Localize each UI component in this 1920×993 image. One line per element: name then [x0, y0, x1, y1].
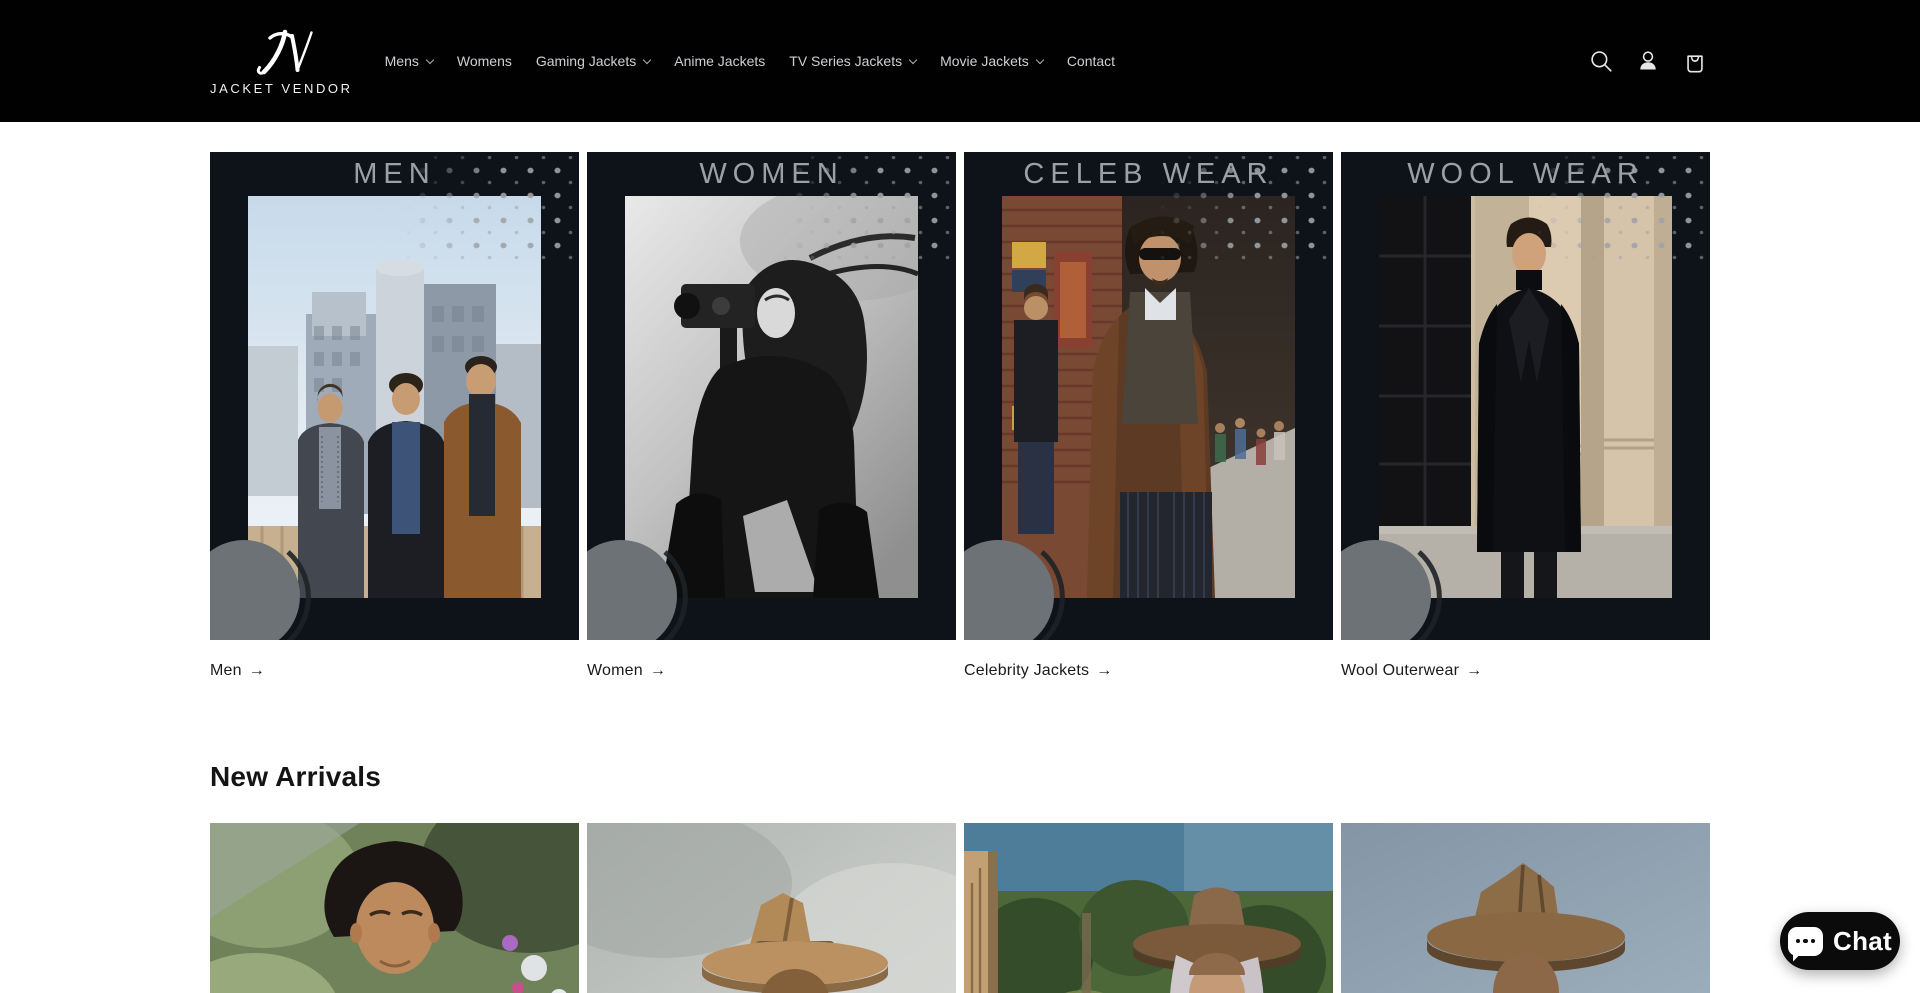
collection-card-women[interactable]: WOMEN [587, 152, 956, 640]
arrow-right-icon: → [650, 661, 666, 681]
nav-item-anime-jackets[interactable]: Anime Jackets [662, 0, 777, 122]
product-card[interactable] [964, 823, 1333, 993]
collection-card-wool-wear[interactable]: WOOL WEAR [1341, 152, 1710, 640]
product-card[interactable] [210, 823, 579, 993]
man-cowboy-hat-blue-sky-photo [1341, 823, 1710, 993]
new-arrivals-heading: New Arrivals [210, 762, 1710, 792]
chat-label: Chat [1833, 926, 1892, 957]
nav-item-mens[interactable]: Mens [373, 0, 445, 122]
chevron-down-icon [909, 55, 917, 63]
brush-stroke-decoration [1341, 500, 1465, 640]
arrow-right-icon: → [1096, 661, 1112, 681]
nav-item-contact[interactable]: Contact [1055, 0, 1127, 122]
search-icon [1588, 48, 1614, 74]
chevron-down-icon [426, 55, 434, 63]
account-button[interactable] [1633, 46, 1663, 76]
chevron-down-icon [1036, 55, 1044, 63]
young-man-garden-jacket-photo [210, 823, 579, 993]
chat-bubble-icon [1788, 927, 1823, 956]
nav-item-gaming-jackets[interactable]: Gaming Jackets [524, 0, 662, 122]
main-nav: Mens Womens Gaming Jackets Anime Jackets… [373, 0, 1127, 122]
chat-button[interactable]: Chat [1780, 912, 1900, 970]
collection-link-celebrity-jackets[interactable]: Celebrity Jackets → [964, 661, 1333, 681]
search-button[interactable] [1586, 46, 1616, 76]
man-cowboy-hat-grey-sky-photo [587, 823, 956, 993]
header-icons [1586, 46, 1710, 76]
site-header: JACKET VENDOR Mens Womens Gaming Jackets… [0, 0, 1920, 122]
collection-banner-title: MEN [210, 152, 579, 196]
brush-stroke-decoration [210, 500, 334, 640]
collection-link-wool-outerwear[interactable]: Wool Outerwear → [1341, 661, 1710, 681]
chevron-down-icon [643, 55, 651, 63]
product-card[interactable] [587, 823, 956, 993]
logo-wordmark: JACKET VENDOR [210, 81, 353, 96]
collection-banner-title: CELEB WEAR [964, 152, 1333, 196]
collection-card-celeb-wear[interactable]: CELEB WEAR [964, 152, 1333, 640]
brush-stroke-decoration [964, 500, 1088, 640]
nav-item-movie-jackets[interactable]: Movie Jackets [928, 0, 1055, 122]
page-content: MEN [210, 152, 1710, 993]
collection-links: Men → Women → Celebrity Jackets → Wool O… [210, 661, 1710, 681]
collection-card-men[interactable]: MEN [210, 152, 579, 640]
cart-icon [1682, 48, 1708, 74]
collection-banner-title: WOMEN [587, 152, 956, 196]
collection-link-women[interactable]: Women → [587, 661, 956, 681]
account-icon [1635, 48, 1661, 74]
brush-stroke-decoration [587, 500, 711, 640]
woman-cowboy-hat-forest-photo [964, 823, 1333, 993]
arrow-right-icon: → [1466, 661, 1482, 681]
cart-button[interactable] [1680, 46, 1710, 76]
collection-link-men[interactable]: Men → [210, 661, 579, 681]
new-arrivals-grid [210, 823, 1710, 993]
product-card[interactable] [1341, 823, 1710, 993]
logo[interactable]: JACKET VENDOR [210, 27, 353, 96]
collection-banner-title: WOOL WEAR [1341, 152, 1710, 196]
nav-item-tv-series-jackets[interactable]: TV Series Jackets [777, 0, 928, 122]
arrow-right-icon: → [249, 661, 265, 681]
collection-list: MEN [210, 152, 1710, 640]
logo-monogram-icon [249, 27, 313, 77]
nav-item-womens[interactable]: Womens [445, 0, 524, 122]
